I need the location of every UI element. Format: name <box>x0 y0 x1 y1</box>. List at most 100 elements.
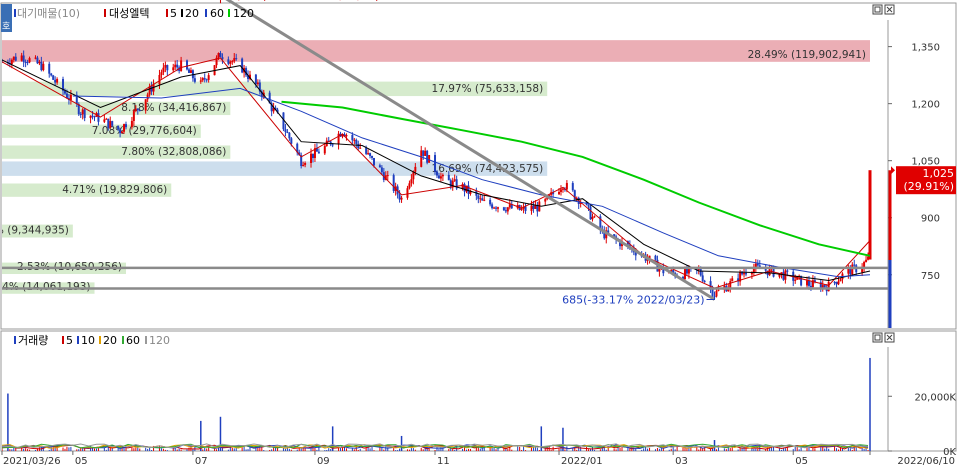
candle-body <box>782 272 785 280</box>
candle-body <box>558 191 561 195</box>
candle-body <box>256 82 259 85</box>
candle-body <box>227 59 230 64</box>
candle-body <box>520 208 523 210</box>
candle-body <box>497 207 499 209</box>
legend-swatch <box>166 9 168 17</box>
candle-body <box>414 166 417 172</box>
candle-body <box>428 155 431 163</box>
stock-name: 대성엘텍 <box>109 7 149 20</box>
candle-body <box>136 108 139 110</box>
candle-body <box>36 57 39 64</box>
candle-body <box>286 131 289 133</box>
supply-zone-label: 16.69% (74,423,575) <box>432 163 544 175</box>
candle-body <box>359 147 362 149</box>
legend-swatch <box>14 9 16 17</box>
price-tick-label: 900 <box>921 214 940 225</box>
ma-60-label: 60 <box>210 7 224 20</box>
candle-body <box>441 174 444 177</box>
candle-body <box>125 124 127 128</box>
candle-body <box>205 79 208 81</box>
candle-body <box>479 198 482 200</box>
price-tick-label: 750 <box>921 271 940 282</box>
date-tick-label: 2022/01 <box>561 456 603 467</box>
legend-swatch <box>181 9 183 17</box>
candle-body <box>731 278 734 282</box>
legend-swatch <box>104 9 106 17</box>
legend-swatch <box>145 336 147 344</box>
candle-body <box>107 118 110 128</box>
candle-body <box>150 86 153 92</box>
candle-body <box>207 75 210 80</box>
date-tick-label: 03 <box>675 456 688 467</box>
candle-body <box>837 281 840 285</box>
candle-body <box>437 175 440 179</box>
candle-body <box>703 280 706 282</box>
candle-body <box>217 53 220 58</box>
candle-body <box>743 273 746 275</box>
date-tick-label: 2022/06/10 <box>897 456 955 467</box>
candle-body <box>172 67 175 71</box>
candle-body <box>69 94 72 101</box>
candle-body <box>290 138 293 144</box>
candle-body <box>591 216 594 220</box>
candle-body <box>544 199 547 202</box>
candle-body <box>50 73 53 76</box>
date-tick-label: 11 <box>437 456 450 467</box>
candle-body <box>729 281 732 288</box>
candle-body <box>532 205 535 209</box>
candle-body <box>853 264 856 266</box>
legend-swatch <box>62 336 64 344</box>
candle-body <box>502 207 505 211</box>
candle-body <box>424 150 427 156</box>
candle-body <box>806 280 809 286</box>
candle-body <box>412 171 415 180</box>
candle-body <box>410 179 413 184</box>
supply-zone-label: 28.49% (119,902,941) <box>748 49 866 61</box>
candle-body <box>463 184 466 192</box>
candle-body <box>20 55 23 61</box>
candle-body <box>369 153 372 156</box>
candle-body <box>91 115 94 117</box>
candle-body <box>495 207 498 209</box>
window-restore-icon[interactable] <box>872 4 883 15</box>
candle-body <box>654 255 657 260</box>
candle-body <box>467 185 470 194</box>
candle-body <box>144 99 147 111</box>
candle-body <box>241 58 244 73</box>
candle-body <box>461 184 464 189</box>
candle-body <box>353 139 356 141</box>
candle-body <box>81 109 84 115</box>
candle-body <box>408 183 411 189</box>
candle-body <box>22 55 25 62</box>
candle-body <box>317 151 320 154</box>
candle-body <box>851 264 854 275</box>
candle-body <box>48 63 51 74</box>
candle-body <box>807 280 810 286</box>
candle-body <box>367 153 370 155</box>
price-tick-label: 1,200 <box>911 100 940 111</box>
candle-body <box>823 285 826 288</box>
candle-body <box>164 64 167 68</box>
candle-body <box>201 78 204 81</box>
vol-ma-10-label: 10 <box>81 334 95 347</box>
candle-body <box>231 61 234 63</box>
candle-body <box>406 188 409 198</box>
candle-body <box>42 63 45 71</box>
candle-body <box>697 269 700 271</box>
legend-swatch <box>205 9 207 17</box>
candle-body <box>121 131 124 134</box>
low-annotation: 685(-33.17% 2022/03/23) <box>562 293 704 306</box>
candle-body <box>345 135 348 137</box>
window-restore-icon[interactable] <box>872 332 883 343</box>
volume-legend-prefix: 거래량 <box>18 334 48 347</box>
candle-body <box>378 165 381 168</box>
stock-chart[interactable]: 28.49% (119,902,941) 17.97% (75,633,158) 1… <box>0 0 957 468</box>
candle-body <box>764 268 767 271</box>
candle-body <box>699 269 702 276</box>
candle-body <box>10 59 13 65</box>
supply-zone-band <box>2 40 870 62</box>
candle-body <box>365 147 368 154</box>
date-tick-label: 05 <box>75 456 88 467</box>
candle-body <box>398 194 401 200</box>
date-tick-label: 07 <box>195 456 208 467</box>
